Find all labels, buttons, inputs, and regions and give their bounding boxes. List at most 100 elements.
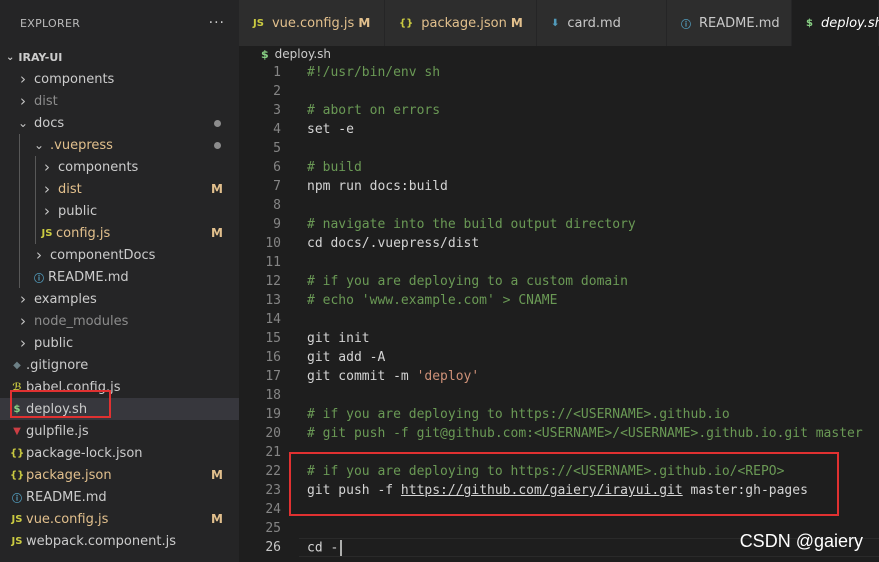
line-number: 22	[265, 464, 281, 479]
line-number: 9	[273, 217, 281, 232]
code-line: 2	[239, 82, 879, 101]
tree-file[interactable]: ⓘ README.md	[0, 486, 239, 508]
code-token: #!/usr/bin/env sh	[307, 65, 441, 80]
tree-file[interactable]: $ deploy.sh	[0, 398, 239, 420]
line-number: 4	[273, 122, 281, 137]
tree-file[interactable]: ◆ .gitignore	[0, 354, 239, 376]
code-token: cd -	[307, 540, 339, 555]
editor-tab[interactable]: ⬇ card.md	[537, 0, 667, 46]
code-line: 23 git push -f https://github.com/gaiery/…	[239, 481, 879, 500]
tree-folder[interactable]: › dist	[0, 90, 239, 112]
code-line: 11	[239, 253, 879, 272]
code-text: # echo 'www.example.com' > CNAME	[307, 293, 557, 308]
code-token: # echo 'www.example.com' > CNAME	[307, 293, 558, 308]
chevron-right-icon: ›	[20, 290, 26, 308]
code-token: git commit -m	[307, 369, 417, 384]
code-line: 17 git commit -m 'deploy'	[239, 367, 879, 386]
chevron-down-icon: ⌄	[17, 116, 29, 130]
code-text: cd -	[307, 539, 343, 556]
breadcrumb[interactable]: $ deploy.sh	[239, 46, 879, 62]
code-text: # navigate into the build output directo…	[307, 217, 636, 232]
code-text: git add -A	[307, 350, 385, 365]
indent-guide	[19, 266, 20, 288]
tree-file[interactable]: JS vue.config.js M	[0, 508, 239, 530]
tree-item-label: vue.config.js	[26, 511, 109, 527]
tree-item-label: components	[58, 159, 139, 175]
file-type-icon: $	[13, 403, 21, 415]
chevron-right-icon: ›	[44, 180, 50, 198]
code-line: 6 # build	[239, 158, 879, 177]
tree-file[interactable]: ▼ gulpfile.js	[0, 420, 239, 442]
tree-file[interactable]: {} package.json M	[0, 464, 239, 486]
line-number: 20	[265, 426, 281, 441]
tree-folder[interactable]: › components	[0, 156, 239, 178]
code-token: master:gh-pages	[682, 483, 808, 498]
code-text: # if you are deploying to https://<USERN…	[307, 464, 784, 479]
tree-folder[interactable]: › components	[0, 68, 239, 90]
tree-item-label: package.json	[26, 467, 112, 483]
tree-item-label: .vuepress	[50, 137, 113, 153]
tree-folder[interactable]: ⌄ .vuepress	[0, 134, 239, 156]
indent-guide	[35, 222, 36, 244]
code-text: npm run docs:build	[307, 179, 448, 194]
line-number: 25	[265, 521, 281, 536]
code-text: git init	[307, 331, 370, 346]
file-type-icon: ℬ	[12, 381, 22, 393]
code-line: 3 # abort on errors	[239, 101, 879, 120]
tree-item-label: README.md	[48, 269, 129, 285]
tree-file[interactable]: JS config.js M	[0, 222, 239, 244]
workspace-root-label: IRAY-UI	[18, 50, 63, 64]
code-token: # abort on errors	[307, 103, 441, 118]
file-type-icon: {}	[10, 469, 25, 481]
indent-guide	[19, 222, 20, 244]
tree-item-label: components	[34, 71, 115, 87]
more-actions-icon[interactable]: ···	[209, 15, 225, 31]
code-token: 'deploy'	[416, 369, 480, 384]
indent-guide	[35, 200, 36, 222]
code-line: 1 #!/usr/bin/env sh	[239, 63, 879, 82]
indent-guide	[19, 134, 20, 156]
tree-file[interactable]: JS webpack.component.js	[0, 530, 239, 552]
tree-folder[interactable]: › examples	[0, 288, 239, 310]
code-token: # build	[307, 160, 362, 175]
tree-item-label: babel.config.js	[26, 379, 121, 395]
line-number: 16	[265, 350, 281, 365]
line-number: 23	[265, 483, 281, 498]
editor-tab[interactable]: {} package.json M	[385, 0, 537, 46]
chevron-right-icon: ›	[44, 202, 50, 220]
indent-guide	[19, 244, 20, 266]
line-number: 8	[273, 198, 281, 213]
file-tree: › components › dist ⌄ docs ⌄ .vuepress › componen…	[0, 68, 239, 552]
code-line: 15 git init	[239, 329, 879, 348]
tree-folder[interactable]: › public	[0, 200, 239, 222]
line-number: 1	[273, 65, 281, 80]
tree-item-label: webpack.component.js	[26, 533, 176, 549]
editor-tabs: JS vue.config.js M{} package.json M ⬇ card.md ⓘ…	[239, 0, 879, 46]
code-token: # if you are deploying to a custom domai…	[307, 274, 628, 289]
editor-tab[interactable]: JS vue.config.js M	[239, 0, 385, 46]
line-number: 14	[265, 312, 281, 327]
code-editor[interactable]: 1 #!/usr/bin/env sh 2 3 # abort on errors 4 se…	[239, 62, 879, 562]
code-text: # build	[307, 160, 362, 175]
tree-folder[interactable]: › componentDocs	[0, 244, 239, 266]
tree-item-label: examples	[34, 291, 97, 307]
editor-tab[interactable]: $ deploy.sh	[792, 0, 879, 46]
tree-file[interactable]: ℬbabel.config.js	[0, 376, 239, 398]
tree-folder[interactable]: › dist M	[0, 178, 239, 200]
tree-file[interactable]: {} package-lock.json	[0, 442, 239, 464]
line-number: 12	[265, 274, 281, 289]
tree-item-label: docs	[34, 115, 65, 131]
tree-file[interactable]: ⓘ README.md	[0, 266, 239, 288]
tree-folder[interactable]: › public	[0, 332, 239, 354]
workspace-root[interactable]: ⌄ IRAY-UI	[0, 46, 239, 68]
code-text: git push -f https://github.com/gaiery/ir…	[307, 483, 808, 498]
modified-badge: M	[211, 512, 223, 526]
indent-guide	[35, 156, 36, 178]
code-token: # navigate into the build output directo…	[307, 217, 636, 232]
code-link[interactable]: https://github.com/gaiery/irayui.git	[401, 483, 683, 498]
tree-folder[interactable]: ⌄ docs	[0, 112, 239, 134]
editor-tab[interactable]: ⓘ README.md	[667, 0, 792, 46]
tree-folder[interactable]: › node_modules	[0, 310, 239, 332]
code-token: git init	[307, 331, 370, 346]
file-type-icon: {}	[10, 447, 25, 459]
